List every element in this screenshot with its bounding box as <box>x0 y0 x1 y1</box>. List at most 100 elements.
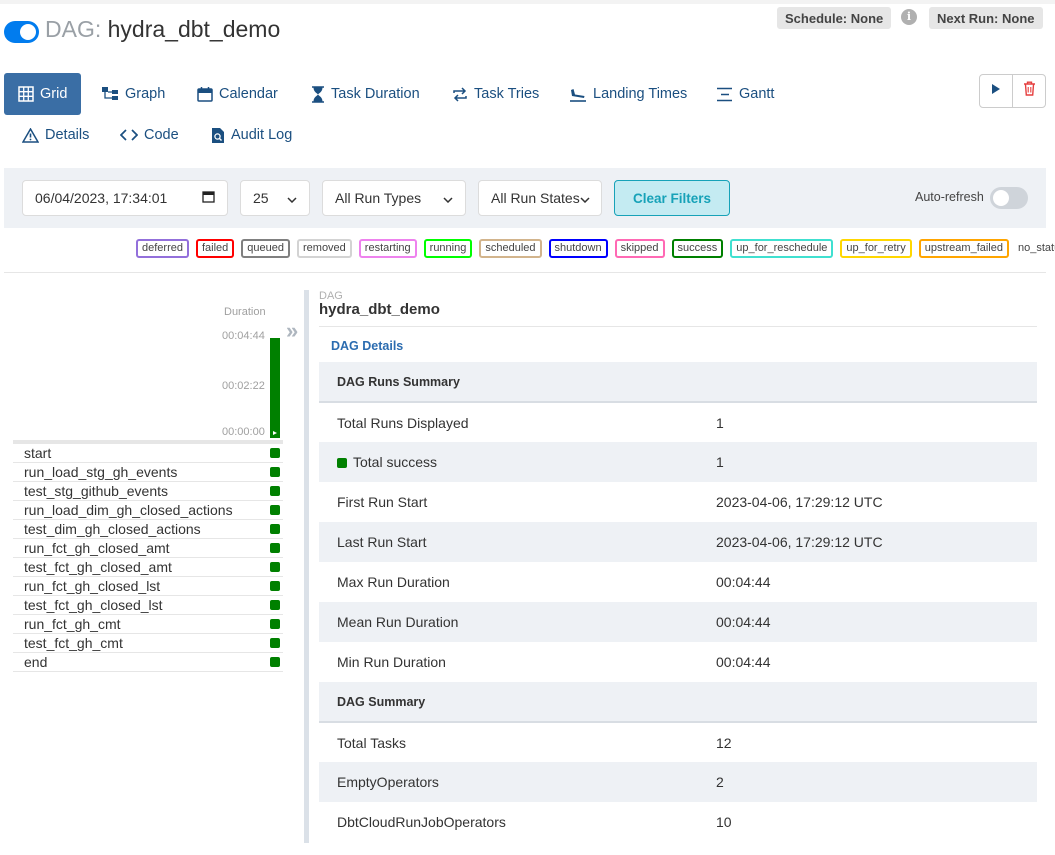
task-instance-status[interactable] <box>270 619 280 629</box>
tab-landing-times[interactable]: Landing Times <box>569 73 687 115</box>
auto-refresh-label: Auto-refresh <box>915 190 984 204</box>
task-row[interactable]: test_fct_gh_closed_amt <box>13 558 283 577</box>
legend-restarting[interactable]: restarting <box>358 239 417 258</box>
task-instance-status[interactable] <box>270 600 280 610</box>
task-instance-status[interactable] <box>270 467 280 477</box>
details-label-cell: EmptyOperators <box>319 762 698 802</box>
task-name: run_fct_gh_closed_amt <box>24 540 170 556</box>
gantt-icon <box>716 87 733 102</box>
duration-tick: 00:04:44 <box>222 330 265 342</box>
legend-up-for-retry[interactable]: up_for_retry <box>840 239 912 258</box>
task-name: test_stg_github_events <box>24 483 168 499</box>
toggle-knob <box>993 190 1009 206</box>
task-instance-status[interactable] <box>270 448 280 458</box>
task-name: test_fct_gh_closed_amt <box>24 559 172 575</box>
details-value: 2 <box>716 774 724 790</box>
details-label: Min Run Duration <box>337 654 446 670</box>
auto-refresh-toggle[interactable] <box>990 187 1028 209</box>
run-duration-bar[interactable] <box>270 338 280 438</box>
details-label: First Run Start <box>337 494 428 510</box>
details-row: First Run Start 2023-04-06, 17:29:12 UTC <box>319 482 1037 522</box>
tab-landing-times-label: Landing Times <box>593 86 688 102</box>
tab-audit-log[interactable]: Audit Log <box>211 114 292 156</box>
tab-task-duration[interactable]: Task Duration <box>311 73 420 115</box>
run-state-select[interactable]: All Run States <box>478 180 602 216</box>
task-instance-status[interactable] <box>270 505 280 515</box>
tab-calendar[interactable]: Calendar <box>197 73 278 115</box>
tab-graph[interactable]: Graph <box>102 73 165 115</box>
num-runs-select[interactable]: 25 <box>240 180 310 216</box>
delete-dag-button[interactable] <box>1012 75 1045 107</box>
task-name: test_fct_gh_cmt <box>24 635 123 651</box>
task-instance-status[interactable] <box>270 486 280 496</box>
play-icon <box>991 82 1001 100</box>
details-label: Mean Run Duration <box>337 614 459 630</box>
task-row[interactable]: run_load_stg_gh_events <box>13 463 283 482</box>
task-row[interactable]: run_fct_gh_closed_amt <box>13 539 283 558</box>
trigger-dag-button[interactable] <box>980 75 1012 107</box>
run-type-select[interactable]: All Run Types <box>322 180 466 216</box>
tab-details[interactable]: Details <box>22 114 89 156</box>
task-row[interactable]: run_load_dim_gh_closed_actions <box>13 501 283 520</box>
dag-pause-toggle[interactable] <box>4 21 39 43</box>
task-instance-status[interactable] <box>270 581 280 591</box>
legend-no-status[interactable]: no_status <box>1016 241 1055 256</box>
legend-deferred[interactable]: deferred <box>136 239 189 258</box>
legend-removed[interactable]: removed <box>297 239 352 258</box>
panel-resize-handle[interactable] <box>304 290 309 843</box>
tab-task-tries-label: Task Tries <box>474 86 540 102</box>
details-label-cell: Last Run Start <box>319 522 698 562</box>
execution-date-input[interactable]: 06/04/2023, 17:34:01 <box>22 180 228 216</box>
legend-running[interactable]: running <box>423 239 473 258</box>
divider <box>4 272 1046 273</box>
hourglass-icon <box>311 85 325 103</box>
task-instance-status[interactable] <box>270 524 280 534</box>
task-row[interactable]: run_fct_gh_closed_lst <box>13 577 283 596</box>
retry-icon <box>452 86 468 102</box>
tab-task-tries[interactable]: Task Tries <box>452 73 539 115</box>
task-row[interactable]: test_fct_gh_closed_lst <box>13 596 283 615</box>
chevron-down-icon <box>443 190 453 206</box>
tab-dag-details[interactable]: DAG Details <box>331 339 403 353</box>
code-icon <box>120 129 138 141</box>
tab-grid[interactable]: Grid <box>4 73 82 115</box>
tab-code[interactable]: Code <box>120 114 179 156</box>
clear-filters-button[interactable]: Clear Filters <box>614 180 730 216</box>
trash-icon <box>1023 81 1036 101</box>
execution-date-value: 06/04/2023, 17:34:01 <box>35 190 168 206</box>
legend-shutdown[interactable]: shutdown <box>548 239 608 258</box>
legend-queued[interactable]: queued <box>241 239 290 258</box>
run-state-value: All Run States <box>491 190 580 206</box>
tab-audit-log-label: Audit Log <box>231 127 293 143</box>
duration-tick: 00:00:00 <box>222 426 265 438</box>
collapse-details-icon[interactable]: » <box>286 318 298 344</box>
task-row[interactable]: test_stg_github_events <box>13 482 283 501</box>
legend-up-for-reschedule[interactable]: up_for_reschedule <box>730 239 834 258</box>
info-icon[interactable]: i <box>901 9 917 25</box>
legend-skipped[interactable]: skipped <box>614 239 665 258</box>
task-row[interactable]: test_fct_gh_cmt <box>13 634 283 653</box>
task-instance-status[interactable] <box>270 562 280 572</box>
task-row[interactable]: run_fct_gh_cmt <box>13 615 283 634</box>
legend-success[interactable]: success <box>671 239 724 258</box>
legend-failed[interactable]: failed <box>195 239 235 258</box>
schedule-badge: Schedule: None <box>777 7 892 29</box>
legend-upstream-failed[interactable]: upstream_failed <box>918 239 1009 258</box>
task-instance-status[interactable] <box>270 543 280 553</box>
section-title: DAG Runs Summary <box>319 362 1037 403</box>
task-row[interactable]: start <box>13 444 283 463</box>
task-instance-status[interactable] <box>270 657 280 667</box>
legend-scheduled[interactable]: scheduled <box>479 239 542 258</box>
tab-graph-label: Graph <box>125 86 166 102</box>
details-label: Max Run Duration <box>337 574 450 590</box>
document-search-icon <box>211 127 225 144</box>
next-run-badge: Next Run: None <box>929 7 1043 29</box>
details-label-cell: Total Runs Displayed <box>319 402 698 442</box>
tab-gantt[interactable]: Gantt <box>716 73 774 115</box>
page-title: DAG: hydra_dbt_demo <box>45 16 280 43</box>
task-row[interactable]: test_dim_gh_closed_actions <box>13 520 283 539</box>
calendar-picker-icon[interactable] <box>202 190 215 206</box>
dag-details-table: DAG Runs Summary Total Runs Displayed 1 Tot… <box>319 362 1037 842</box>
task-row[interactable]: end <box>13 653 283 672</box>
task-instance-status[interactable] <box>270 638 280 648</box>
